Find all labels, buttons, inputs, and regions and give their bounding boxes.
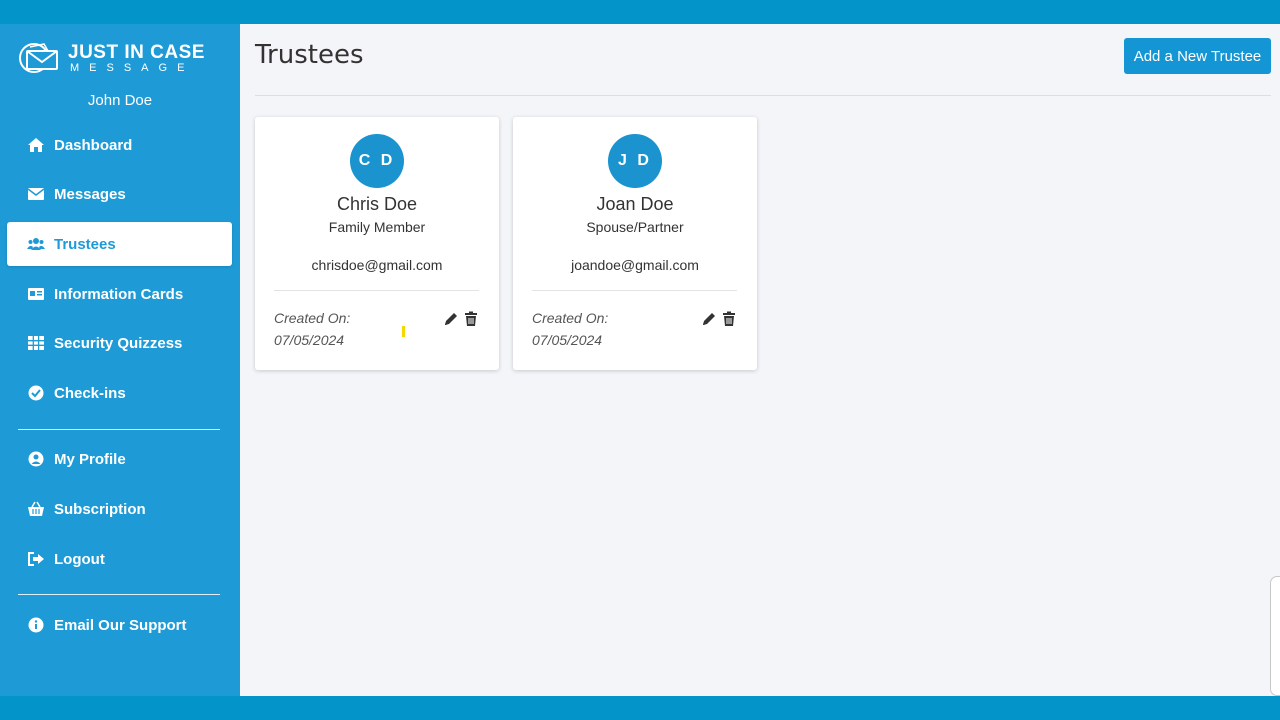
sidebar-item-label: My Profile — [54, 450, 126, 468]
trustee-name: Chris Doe — [336, 194, 418, 214]
sidebar-item-label: Trustees — [54, 235, 116, 253]
sidebar: JUST IN CASE MESSAGE John Doe Dashboard … — [0, 24, 240, 696]
sidebar-item-subscription[interactable]: Subscription — [7, 487, 232, 531]
grid-icon — [26, 334, 46, 352]
created-label: Created On: — [532, 310, 609, 326]
pencil-icon[interactable] — [701, 311, 717, 327]
created-label: Created On: — [274, 310, 351, 326]
sidebar-item-label: Messages — [54, 185, 126, 203]
card-divider — [532, 290, 737, 291]
sidebar-item-label: Logout — [54, 550, 105, 568]
sidebar-item-label: Information Cards — [54, 285, 184, 303]
page-title: Trustees — [255, 40, 364, 70]
home-icon — [26, 136, 46, 154]
sign-out-icon — [26, 550, 46, 568]
envelope-icon — [26, 185, 46, 203]
chat-widget-tab[interactable] — [1270, 576, 1280, 696]
users-icon — [26, 235, 46, 253]
created-date: 07/05/2024 — [274, 332, 345, 348]
created-date: 07/05/2024 — [532, 332, 603, 348]
avatar: C D — [350, 134, 404, 188]
add-trustee-button[interactable]: Add a New Trustee — [1124, 38, 1271, 74]
sidebar-item-security-quizzess[interactable]: Security Quizzess — [7, 321, 232, 365]
sidebar-item-label: Dashboard — [54, 136, 133, 154]
cursor-marker — [402, 326, 405, 337]
top-bar — [0, 0, 1280, 24]
trustee-relationship: Family Member — [328, 219, 426, 235]
id-card-icon — [26, 285, 46, 303]
sidebar-item-information-cards[interactable]: Information Cards — [7, 272, 232, 316]
logo-title: JUST IN CASE — [68, 41, 205, 63]
trustee-name: Joan Doe — [596, 194, 674, 214]
pencil-icon[interactable] — [443, 311, 459, 327]
card-divider — [274, 290, 479, 291]
sidebar-item-label: Check-ins — [54, 384, 126, 402]
user-name: John Doe — [87, 92, 153, 109]
sidebar-item-label: Email Our Support — [54, 616, 187, 634]
envelope-logo-icon — [19, 43, 58, 73]
trustee-card: J D Joan Doe Spouse/Partner joandoe@gmai… — [513, 117, 757, 370]
sidebar-item-messages[interactable]: Messages — [7, 172, 232, 216]
sidebar-divider — [18, 429, 220, 430]
trash-icon[interactable] — [464, 311, 478, 327]
bottom-bar — [0, 696, 1280, 720]
sidebar-item-dashboard[interactable]: Dashboard — [7, 123, 232, 167]
basket-icon — [26, 500, 46, 518]
app-logo[interactable]: JUST IN CASE MESSAGE — [18, 41, 208, 75]
sidebar-item-label: Subscription — [54, 500, 146, 518]
sidebar-divider — [18, 594, 220, 595]
avatar: J D — [608, 134, 662, 188]
sidebar-item-email-support[interactable]: Email Our Support — [7, 603, 232, 647]
info-circle-icon — [26, 616, 46, 634]
check-circle-icon — [26, 384, 46, 402]
logo-subtitle: MESSAGE — [70, 61, 195, 74]
main-content: Trustees Add a New Trustee C D Chris Doe… — [240, 24, 1280, 696]
sidebar-item-trustees[interactable]: Trustees — [7, 222, 232, 266]
header-divider — [255, 95, 1271, 96]
sidebar-item-my-profile[interactable]: My Profile — [7, 437, 232, 481]
trustee-card: C D Chris Doe Family Member chrisdoe@gma… — [255, 117, 499, 370]
trustee-email: joandoe@gmail.com — [571, 257, 699, 273]
user-circle-icon — [26, 450, 46, 468]
sidebar-item-logout[interactable]: Logout — [7, 537, 232, 581]
sidebar-item-label: Security Quizzess — [54, 334, 183, 352]
trash-icon[interactable] — [722, 311, 736, 327]
trustee-relationship: Spouse/Partner — [586, 219, 684, 235]
sidebar-item-check-ins[interactable]: Check-ins — [7, 371, 232, 415]
trustee-email: chrisdoe@gmail.com — [311, 257, 443, 273]
